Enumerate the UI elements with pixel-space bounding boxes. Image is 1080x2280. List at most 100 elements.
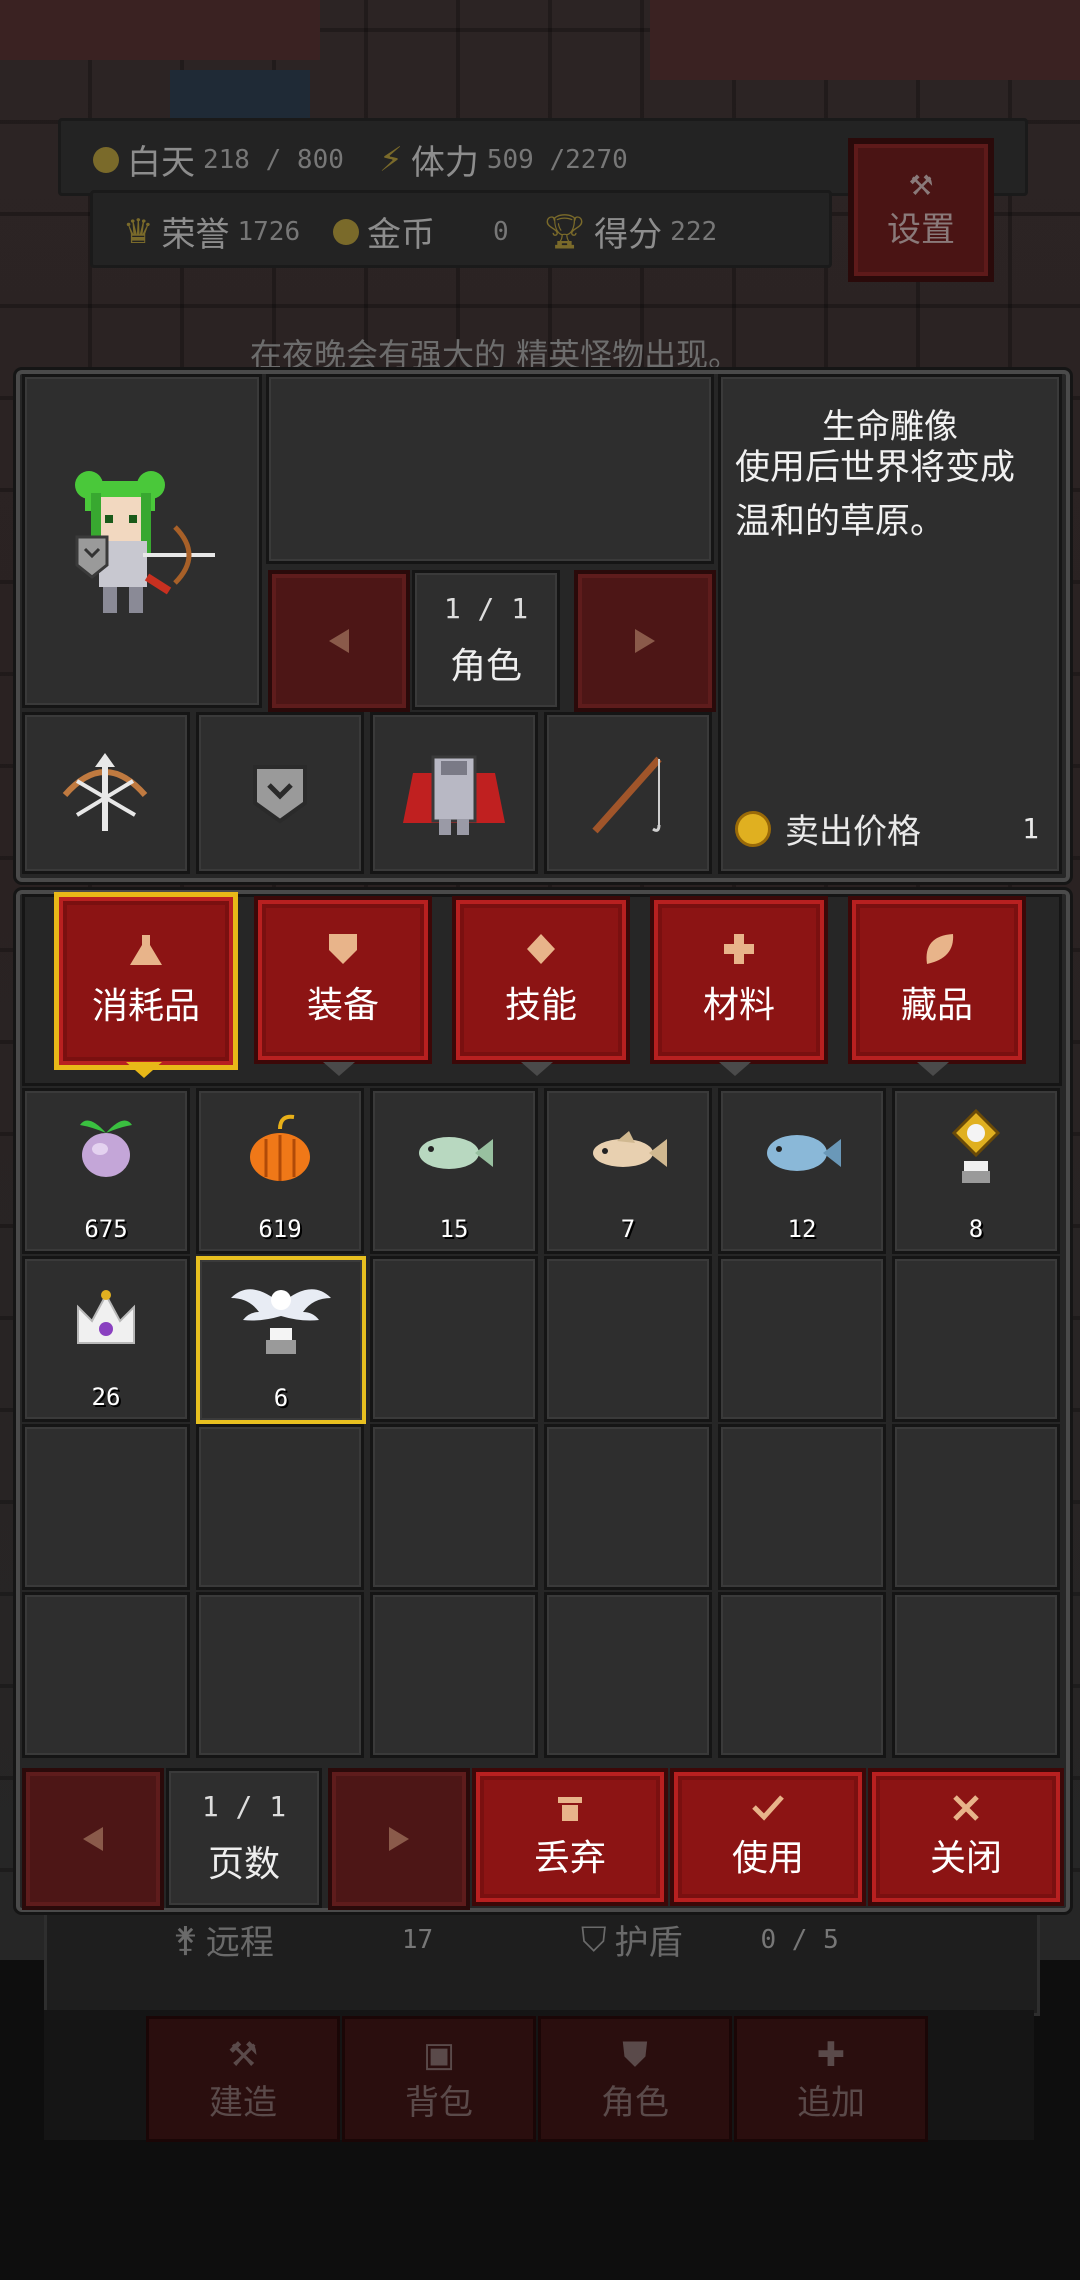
item-detail-line-1: 使用后世界将变成 — [735, 448, 1016, 488]
fishing-rod-icon — [592, 756, 662, 834]
bag-icon: ▣ — [422, 2034, 456, 2075]
inventory-slot-empty[interactable] — [892, 1424, 1060, 1590]
shield-value: 0 / 5 — [760, 1924, 839, 1955]
nav-bag-button[interactable]: ▣ 背包 — [342, 2016, 536, 2142]
inventory-slot[interactable]: 26 — [22, 1256, 190, 1422]
diamond-icon — [527, 934, 555, 964]
inventory-slot-empty[interactable] — [196, 1592, 364, 1758]
bg-tile — [650, 0, 1080, 80]
inventory-slot-empty[interactable] — [718, 1424, 886, 1590]
nav-label: 背包 — [405, 2082, 473, 2123]
tab-label: 消耗品 — [91, 986, 200, 1027]
plus-icon: ✚ — [816, 2034, 846, 2075]
honor-label: 荣誉 — [161, 215, 230, 255]
inventory-slot-empty[interactable] — [892, 1592, 1060, 1758]
gold-value: 0 — [493, 216, 509, 247]
trophy-icon: 🏆︎ — [543, 211, 587, 252]
character-next-button[interactable] — [574, 570, 716, 712]
item-detail-panel: 生命雕像 使用后世界将变成 温和的草原。 卖出价格 1 — [718, 374, 1062, 874]
item-detail-description: 使用后世界将变成 温和的草原。 — [735, 441, 1045, 549]
inventory-slot-empty[interactable] — [22, 1424, 190, 1590]
character-preview-area — [266, 374, 714, 564]
tab-skills[interactable]: 技能 — [452, 896, 630, 1064]
tab-label: 技能 — [504, 985, 577, 1026]
equip-slot-armor[interactable] — [370, 712, 538, 874]
settings-label: 设置 — [887, 210, 955, 250]
inventory-slot-empty[interactable] — [370, 1256, 538, 1422]
equip-slot-shield[interactable] — [196, 712, 364, 874]
ranged-value: 17 — [401, 1924, 434, 1955]
bottom-nav: ⚒ 建造 ▣ 背包 ⛊ 角色 ✚ 追加 — [44, 2010, 1034, 2142]
page-prev-button[interactable] — [22, 1768, 164, 1910]
inventory-slot-empty[interactable] — [892, 1256, 1060, 1422]
character-portrait — [22, 374, 262, 708]
page-indicator: 1 / 1 页数 — [166, 1768, 322, 1908]
wrench-icon: ⚒ — [908, 169, 934, 202]
nav-add-button[interactable]: ✚ 追加 — [734, 2016, 928, 2142]
lightning-icon: ⚡ — [379, 139, 403, 180]
close-icon — [953, 1795, 979, 1821]
inventory-slot[interactable]: 12 — [718, 1088, 886, 1254]
arrow-left-icon — [329, 629, 349, 653]
close-label: 关闭 — [929, 1838, 1002, 1879]
inventory-slot[interactable]: 619 — [196, 1088, 364, 1254]
tab-arrow — [917, 1062, 949, 1076]
close-button[interactable]: 关闭 — [868, 1768, 1064, 1906]
tab-consumables[interactable]: 消耗品 — [54, 892, 238, 1070]
potion-icon — [130, 935, 162, 965]
equip-slot-tool[interactable] — [544, 712, 712, 874]
shield-icon — [329, 934, 357, 964]
settings-button[interactable]: ⚒ 设置 — [848, 138, 994, 282]
inventory-slot-selected[interactable]: 6 — [196, 1256, 366, 1424]
tab-collectibles[interactable]: 藏品 — [848, 896, 1026, 1064]
leaf-icon — [926, 934, 954, 964]
inventory-slot-empty[interactable] — [196, 1424, 364, 1590]
character-page-indicator: 1 / 1 — [443, 591, 529, 625]
bg-tile — [0, 0, 320, 60]
tab-materials[interactable]: 材料 — [650, 896, 828, 1064]
green-fish-icon — [419, 1137, 493, 1169]
arrow-left-icon — [83, 1827, 103, 1851]
inventory-slot[interactable]: 15 — [370, 1088, 538, 1254]
turnip-icon — [80, 1120, 132, 1177]
item-count: 26 — [91, 1383, 121, 1411]
plus-icon — [724, 934, 754, 964]
tab-arrow — [521, 1062, 553, 1076]
inventory-slot-empty[interactable] — [22, 1592, 190, 1758]
check-icon — [752, 1795, 784, 1821]
archer-character-icon — [75, 471, 215, 613]
inventory-slot[interactable]: 7 — [544, 1088, 712, 1254]
tab-label: 装备 — [306, 985, 379, 1026]
item-count: 675 — [84, 1215, 128, 1243]
trash-icon — [558, 1797, 582, 1821]
inventory-slot-empty[interactable] — [544, 1424, 712, 1590]
tab-arrow — [719, 1062, 751, 1076]
character-pager-label: 角色 — [449, 645, 522, 687]
equip-slot-weapon[interactable] — [22, 712, 190, 874]
nav-character-button[interactable]: ⛊ 角色 — [538, 2016, 732, 2142]
inventory-slot[interactable]: 8 — [892, 1088, 1060, 1254]
inventory-slot[interactable]: 675 — [22, 1088, 190, 1254]
inventory-slot-empty[interactable] — [718, 1256, 886, 1422]
page-next-button[interactable] — [328, 1768, 470, 1910]
tab-equipment[interactable]: 装备 — [254, 896, 432, 1064]
discard-button[interactable]: 丢弃 — [472, 1768, 668, 1906]
inventory-slot-empty[interactable] — [370, 1424, 538, 1590]
inventory-slot-empty[interactable] — [370, 1592, 538, 1758]
blue-fish-icon — [767, 1135, 841, 1171]
hud-bar-bottom: ♛ 荣誉 1726 金币 0 🏆︎ 得分 222 — [90, 190, 832, 268]
inventory-slot-empty[interactable] — [544, 1256, 712, 1422]
crown-icon — [77, 1290, 135, 1344]
hammer-icon: ⚒ — [227, 2034, 259, 2075]
use-button[interactable]: 使用 — [670, 1768, 866, 1906]
use-label: 使用 — [731, 1838, 804, 1879]
nav-build-button[interactable]: ⚒ 建造 — [146, 2016, 340, 2142]
inventory-slot-empty[interactable] — [718, 1592, 886, 1758]
character-prev-button[interactable] — [268, 570, 410, 712]
nav-label: 建造 — [209, 2082, 277, 2123]
nav-label: 角色 — [601, 2082, 669, 2123]
arrow-right-icon — [635, 629, 655, 653]
sell-price-label: 卖出价格 — [785, 812, 921, 852]
page-number: 1 / 1 — [201, 1789, 287, 1823]
inventory-slot-empty[interactable] — [544, 1592, 712, 1758]
